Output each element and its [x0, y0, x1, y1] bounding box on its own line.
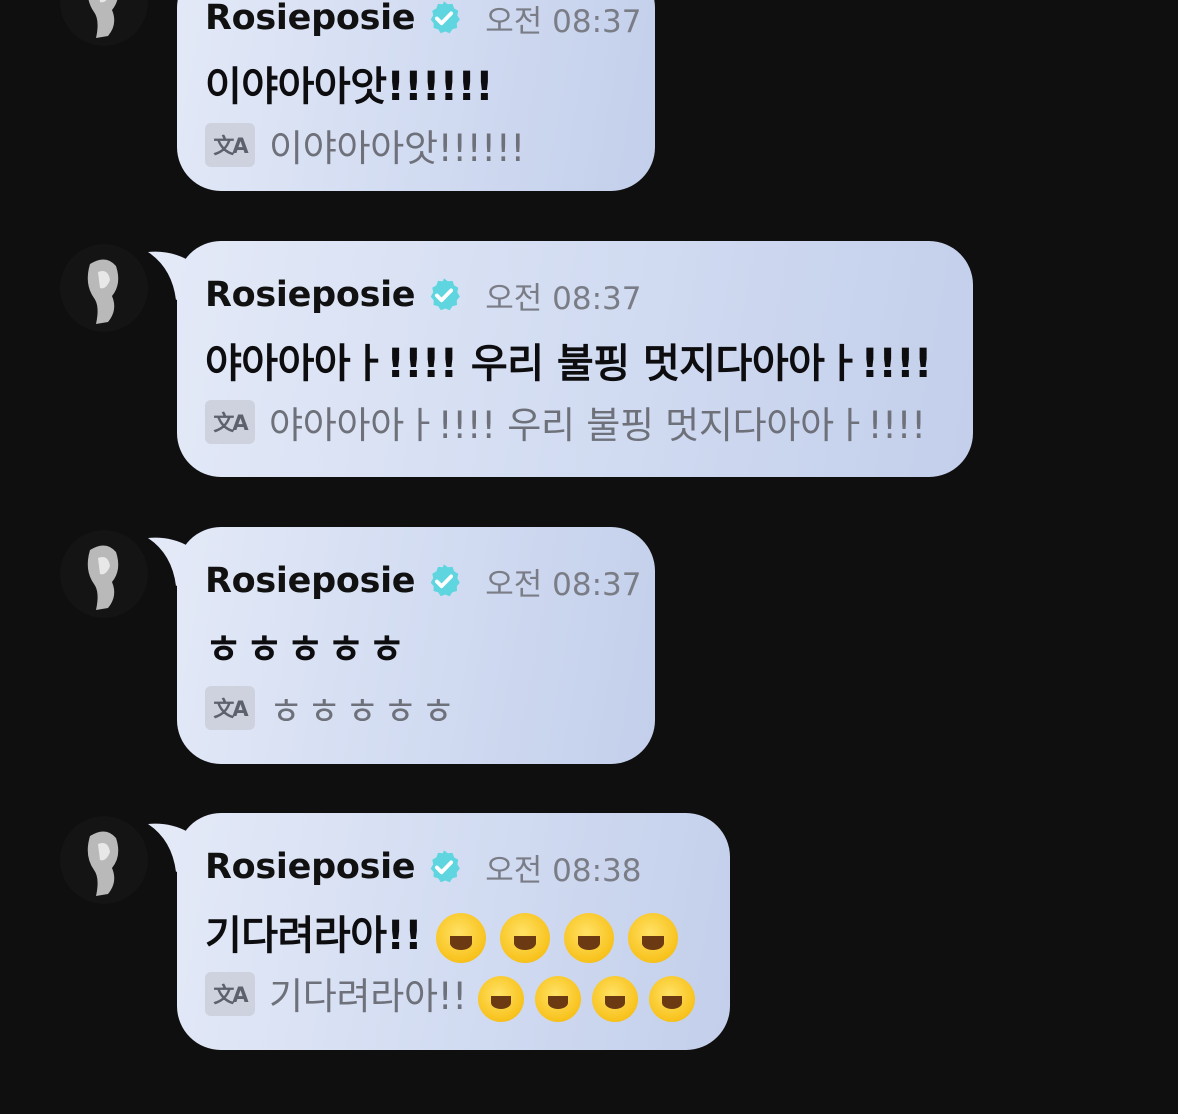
laughing-emoji-icon	[534, 975, 581, 1022]
avatar[interactable]	[60, 816, 148, 904]
translation-row: 文A 기다려라아!!	[205, 971, 695, 1022]
avatar[interactable]	[60, 244, 148, 332]
translation-text: 이야아아앗!!!!!!	[269, 127, 525, 170]
message-time: 오전 08:37	[485, 566, 642, 603]
avatar[interactable]	[60, 0, 148, 46]
avatar[interactable]	[60, 530, 148, 618]
message-text-body: 기다려라아!!	[205, 913, 422, 959]
message-bubble[interactable]: Rosieposie 오전 08:38 기다려라아!! 文A 기다려라아!!	[177, 813, 730, 1050]
message-bubble[interactable]: Rosieposie 오전 08:37 이야아아앗!!!!!! 文A 이야아아앗…	[177, 0, 655, 191]
message-bubble[interactable]: Rosieposie 오전 08:37 ㅎㅎㅎㅎㅎ 文A ㅎㅎㅎㅎㅎ	[177, 527, 655, 764]
laughing-emoji-icon	[591, 975, 638, 1022]
laughing-emoji-icon	[627, 913, 678, 963]
message-header: Rosieposie 오전 08:37	[205, 0, 641, 43]
message-header: Rosieposie 오전 08:37	[205, 556, 641, 606]
translate-icon[interactable]: 文A	[205, 972, 255, 1016]
message-text: 이야아아앗!!!!!!	[205, 64, 493, 110]
translation-row: 文A 야아아아ㅏ!!!! 우리 불핑 멋지다아아ㅏ!!!!	[205, 399, 926, 447]
laughing-emoji-icon	[435, 913, 486, 963]
translation-row: 文A ㅎㅎㅎㅎㅎ	[205, 685, 459, 733]
translate-icon[interactable]: 文A	[205, 400, 255, 444]
sender-name[interactable]: Rosieposie	[205, 275, 416, 315]
verified-badge-icon	[430, 1, 461, 34]
message-text: 야아아아ㅏ!!!! 우리 불핑 멋지다아아ㅏ!!!!	[205, 341, 932, 387]
laughing-emoji-icon	[563, 913, 614, 963]
message-time: 오전 08:37	[485, 3, 642, 40]
sender-name[interactable]: Rosieposie	[205, 847, 416, 887]
verified-badge-icon	[430, 564, 461, 597]
message-header: Rosieposie 오전 08:38	[205, 842, 641, 892]
laughing-emoji-icon	[499, 913, 550, 963]
emoji-list	[467, 975, 695, 1022]
message-text: 기다려라아!!	[205, 903, 678, 963]
message-header: Rosieposie 오전 08:37	[205, 270, 641, 320]
laughing-emoji-icon	[648, 975, 695, 1022]
translation-text-body: 기다려라아!!	[269, 975, 467, 1019]
translation-text: 야아아아ㅏ!!!! 우리 불핑 멋지다아아ㅏ!!!!	[269, 404, 926, 447]
message-bubble[interactable]: Rosieposie 오전 08:37 야아아아ㅏ!!!! 우리 불핑 멋지다아…	[177, 241, 973, 477]
verified-badge-icon	[430, 278, 461, 311]
verified-badge-icon	[430, 850, 461, 883]
translate-icon[interactable]: 文A	[205, 686, 255, 730]
message-time: 오전 08:37	[485, 280, 642, 317]
sender-name[interactable]: Rosieposie	[205, 561, 416, 601]
message-text: ㅎㅎㅎㅎㅎ	[205, 627, 409, 673]
translation-text: ㅎㅎㅎㅎㅎ	[269, 690, 460, 733]
laughing-emoji-icon	[477, 975, 524, 1022]
translation-text: 기다려라아!!	[269, 966, 695, 1022]
sender-name[interactable]: Rosieposie	[205, 0, 416, 38]
translation-row: 文A 이야아아앗!!!!!!	[205, 122, 525, 170]
translate-icon[interactable]: 文A	[205, 123, 255, 167]
emoji-list	[422, 913, 678, 963]
message-time: 오전 08:38	[485, 852, 642, 889]
